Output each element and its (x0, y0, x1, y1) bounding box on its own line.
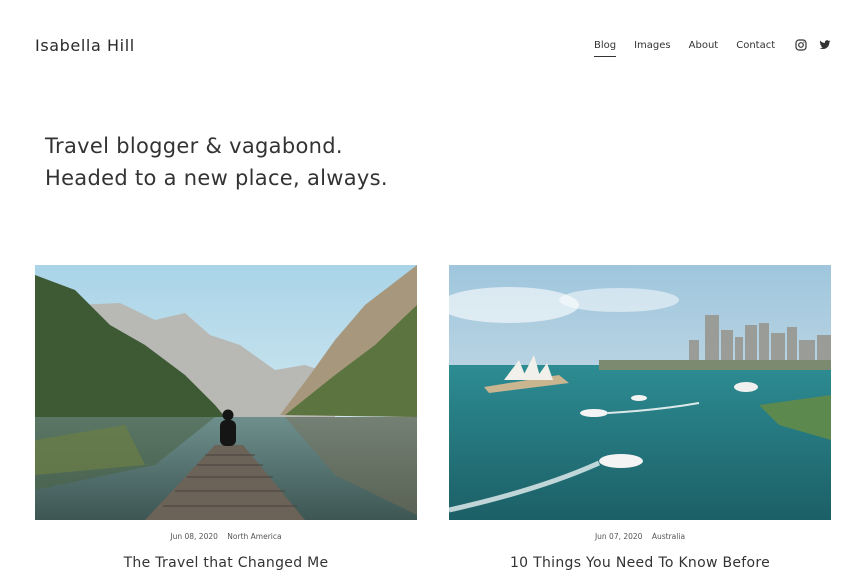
tagline-line-1: Travel blogger & vagabond. (45, 134, 343, 158)
post-card[interactable]: Jun 08, 2020 North America The Travel th… (35, 265, 417, 571)
social-links (795, 39, 831, 51)
nav-about[interactable]: About (689, 40, 719, 55)
post-meta: Jun 07, 2020 Australia (449, 532, 831, 541)
nav-blog[interactable]: Blog (594, 40, 617, 57)
twitter-icon[interactable] (819, 39, 831, 51)
post-category[interactable]: North America (227, 532, 281, 541)
instagram-icon[interactable] (795, 39, 807, 51)
hero-tagline: Travel blogger & vagabond. Headed to a n… (45, 130, 388, 194)
sydney-harbour-photo[interactable] (449, 265, 831, 520)
main-nav: Blog Images About Contact (594, 40, 793, 57)
post-date: Jun 08, 2020 (170, 532, 218, 541)
site-title[interactable]: Isabella Hill (35, 36, 135, 55)
nav-images[interactable]: Images (634, 40, 671, 55)
post-category[interactable]: Australia (652, 532, 685, 541)
tagline-line-2: Headed to a new place, always. (45, 166, 388, 190)
post-meta: Jun 08, 2020 North America (35, 532, 417, 541)
nav-contact[interactable]: Contact (736, 40, 775, 55)
post-title[interactable]: 10 Things You Need To Know Before (449, 555, 831, 571)
post-date: Jun 07, 2020 (594, 532, 643, 541)
post-title[interactable]: The Travel that Changed Me (35, 555, 417, 571)
mountain-lake-photo[interactable] (35, 265, 417, 520)
post-card[interactable]: Jun 07, 2020 Australia 10 Things You Nee… (449, 265, 831, 571)
